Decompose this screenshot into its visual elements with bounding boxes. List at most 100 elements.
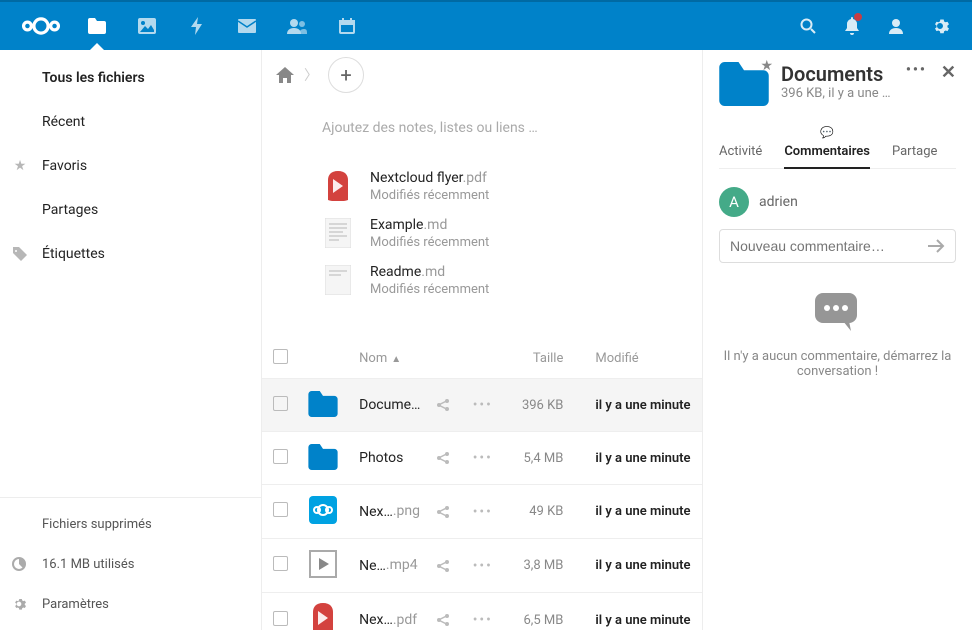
sidebar-item-shares[interactable]: Partages <box>0 188 261 232</box>
table-row[interactable]: Docume…•••396 KBil y a une minute <box>262 379 702 432</box>
file-type-icon <box>308 603 338 630</box>
nav-files[interactable] <box>72 1 122 51</box>
file-modified: il y a une minute <box>571 432 702 485</box>
tab-activity[interactable]: Activité <box>719 136 762 168</box>
more-icon[interactable]: ••• <box>464 539 502 593</box>
more-icon[interactable]: ••• <box>464 485 502 539</box>
file-name: Docume… <box>359 397 420 413</box>
contacts-icon[interactable] <box>874 1 918 51</box>
more-icon[interactable]: ••• <box>464 593 502 630</box>
tab-comments[interactable]: 💬Commentaires <box>784 136 870 169</box>
notes-placeholder[interactable]: Ajoutez des notes, listes ou liens … <box>262 100 702 146</box>
row-checkbox[interactable] <box>273 611 288 626</box>
empty-comments-text: Il n'y a aucun commentaire, démarrez la … <box>719 349 956 379</box>
share-icon[interactable] <box>428 432 463 485</box>
sidebar-item-recent[interactable]: Récent <box>0 100 261 144</box>
file-modified: il y a une minute <box>571 593 702 630</box>
send-icon[interactable] <box>927 239 945 253</box>
table-row[interactable]: Ne….mp4•••3,8 MBil y a une minute <box>262 539 702 593</box>
col-modified[interactable]: Modifié <box>571 339 702 379</box>
share-icon[interactable] <box>428 539 463 593</box>
close-icon[interactable]: ✕ <box>941 62 956 83</box>
col-name[interactable]: Nom▲ <box>351 339 428 379</box>
chevron-right-icon: 〉 <box>304 65 318 85</box>
table-row[interactable]: Photos •••5,4 MBil y a une minute <box>262 432 702 485</box>
sidebar-item-favorites[interactable]: ★ Favoris <box>0 144 261 188</box>
comment-input-wrap <box>719 229 956 263</box>
sidebar: Tous les fichiers Récent ★ Favoris Partag… <box>0 50 262 630</box>
file-type-icon <box>308 495 338 525</box>
app-logo[interactable] <box>10 16 72 36</box>
row-checkbox[interactable] <box>273 556 288 571</box>
details-title: Documents <box>781 62 894 86</box>
recent-item[interactable]: Example.mdModifiés récemment <box>322 217 642 250</box>
sidebar-item-label: Tous les fichiers <box>42 70 145 86</box>
share-icon[interactable] <box>428 379 463 432</box>
share-icon[interactable] <box>428 593 463 630</box>
file-name: Ne… <box>359 558 386 574</box>
row-checkbox[interactable] <box>273 396 288 411</box>
comment-input[interactable] <box>730 238 927 254</box>
row-checkbox[interactable] <box>273 502 288 517</box>
sidebar-item-tags[interactable]: Étiquettes <box>0 232 261 276</box>
top-right <box>786 1 962 51</box>
nav-contacts[interactable] <box>272 1 322 51</box>
details-panel: ★ Documents 396 KB, il y a une … ••• ✕ A… <box>702 50 972 630</box>
pdf-icon <box>322 170 354 202</box>
text-icon <box>322 217 354 249</box>
nav-activity[interactable] <box>172 1 222 51</box>
file-name: Nex… <box>359 612 393 628</box>
home-icon[interactable] <box>276 67 294 83</box>
sidebar-deletedfiles[interactable]: Fichiers supprimés <box>0 504 261 544</box>
settings-icon[interactable] <box>918 1 962 51</box>
file-modified: il y a une minute <box>571 485 702 539</box>
file-modified: il y a une minute <box>571 539 702 593</box>
file-size: 5,4 MB <box>502 432 571 485</box>
file-ext: .mp4 <box>386 557 418 573</box>
details-subtitle: 396 KB, il y a une … <box>781 86 894 101</box>
star-icon: ★ <box>12 158 28 174</box>
col-size[interactable]: Taille <box>502 339 571 379</box>
file-size: 6,5 MB <box>502 593 571 630</box>
file-name: Photos <box>359 450 403 466</box>
star-icon[interactable]: ★ <box>760 58 773 74</box>
sidebar-quota[interactable]: 16.1 MB utilisés <box>0 544 261 584</box>
text-icon <box>322 264 354 296</box>
new-button[interactable]: + <box>328 57 364 93</box>
folder-icon: ★ <box>719 62 769 112</box>
top-bar <box>0 0 972 50</box>
select-all-checkbox[interactable] <box>273 349 288 364</box>
file-type-icon <box>308 442 338 472</box>
sidebar-item-label: Favoris <box>42 158 87 174</box>
tag-icon <box>12 247 28 261</box>
share-icon[interactable] <box>428 485 463 539</box>
recent-item[interactable]: Readme.mdModifiés récemment <box>322 264 642 297</box>
file-size: 396 KB <box>502 379 571 432</box>
file-type-icon <box>308 549 338 579</box>
nav-photos[interactable] <box>122 1 172 51</box>
sidebar-item-label: Partages <box>42 202 98 218</box>
table-row[interactable]: Nex….pdf •••6,5 MBil y a une minute <box>262 593 702 630</box>
file-size: 49 KB <box>502 485 571 539</box>
sidebar-item-allfiles[interactable]: Tous les fichiers <box>0 56 261 100</box>
sidebar-settings[interactable]: Paramètres <box>0 584 261 624</box>
more-icon[interactable]: ••• <box>464 432 502 485</box>
tab-sharing[interactable]: Partage <box>892 136 937 168</box>
notifications-icon[interactable] <box>830 1 874 51</box>
more-icon[interactable]: ••• <box>906 62 927 83</box>
more-icon[interactable]: ••• <box>464 379 502 432</box>
nav-calendar[interactable] <box>322 1 372 51</box>
nav-mail[interactable] <box>222 1 272 51</box>
sidebar-item-label: Récent <box>42 114 85 130</box>
row-checkbox[interactable] <box>273 449 288 464</box>
search-icon[interactable] <box>786 1 830 51</box>
file-name: Nex… <box>359 504 393 520</box>
sidebar-item-label: Étiquettes <box>42 246 105 262</box>
file-ext: .pdf <box>393 612 417 628</box>
breadcrumb: 〉 + <box>262 50 702 100</box>
comment-bubble-icon <box>813 291 863 335</box>
table-row[interactable]: Nex….png•••49 KBil y a une minute <box>262 485 702 539</box>
recent-item[interactable]: Nextcloud flyer.pdfModifiés récemment <box>322 170 642 203</box>
recent-list: Nextcloud flyer.pdfModifiés récemment Ex… <box>262 146 702 339</box>
sort-asc-icon: ▲ <box>391 354 401 365</box>
